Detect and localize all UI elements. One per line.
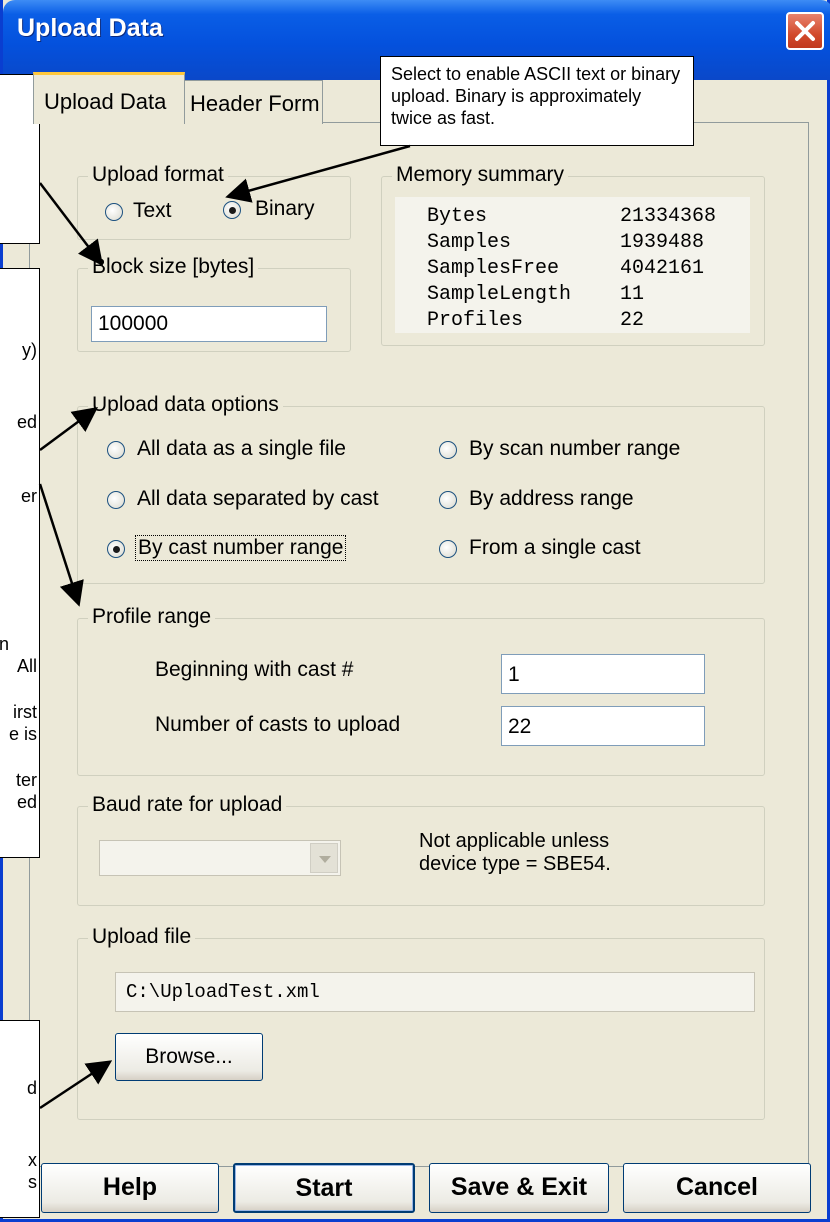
arrow-browse [39, 1060, 113, 1110]
arrow-upload-format [225, 144, 411, 203]
tab-upload-data[interactable]: Upload Data [33, 72, 185, 124]
annotation-arrows [38, 144, 411, 1110]
arrow-upload-options [39, 407, 99, 452]
arrow-profile-range [38, 483, 84, 607]
tab-label: Upload Data [44, 89, 167, 114]
arrow-block-size [39, 182, 104, 266]
